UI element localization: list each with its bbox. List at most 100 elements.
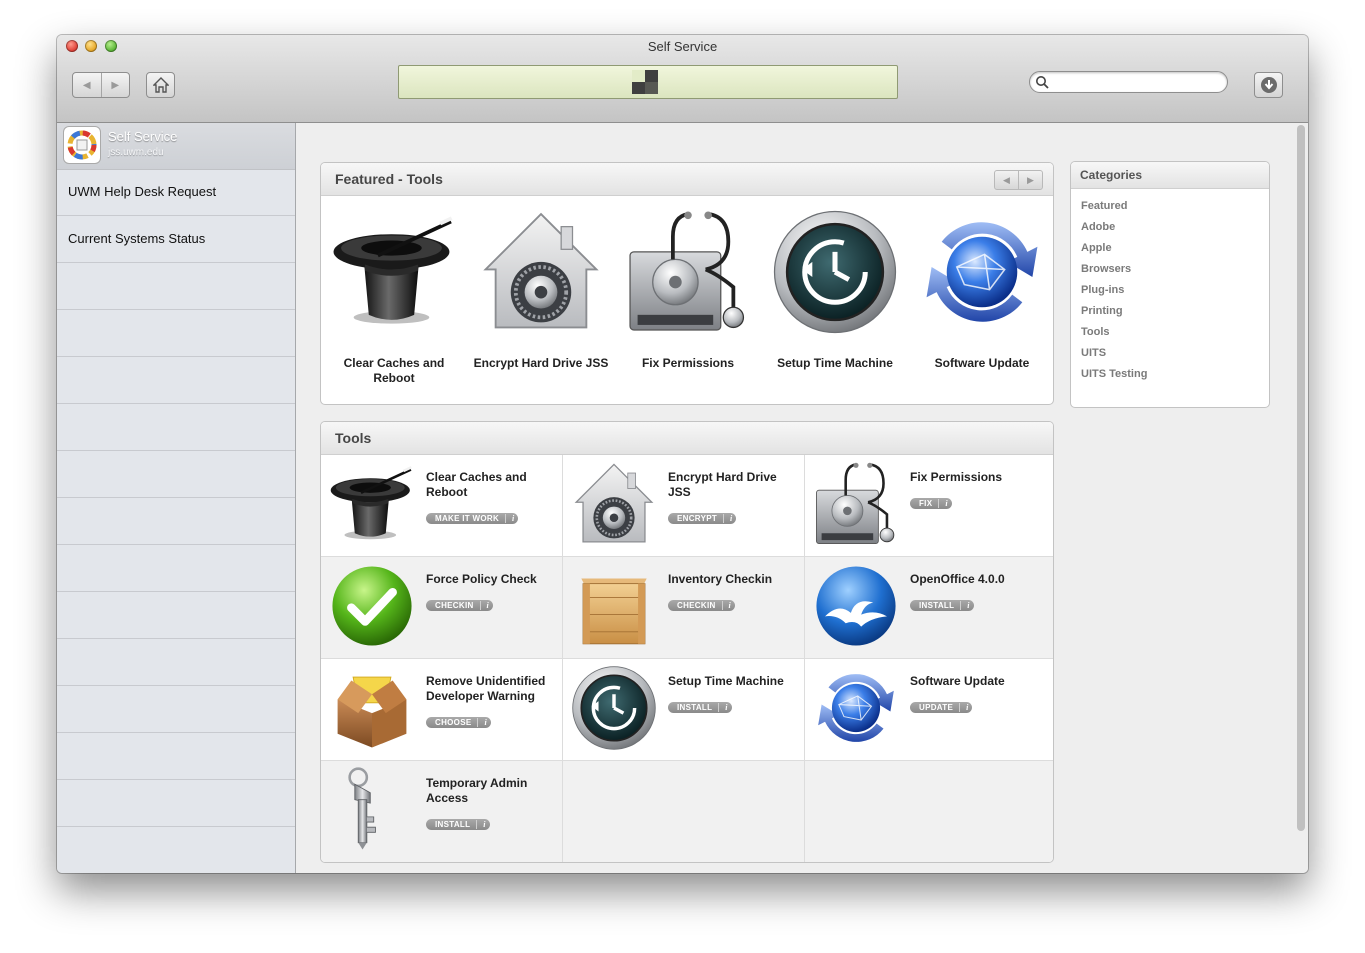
toolbar: Self Service ◀ ▶ xyxy=(57,35,1308,123)
tool-item[interactable]: Fix Permissions FIX i xyxy=(805,455,1053,557)
category-browsers[interactable]: Browsers xyxy=(1081,261,1269,282)
category-adobe[interactable]: Adobe xyxy=(1081,219,1269,240)
disk-utility-icon xyxy=(625,209,751,335)
sidebar-item-help-desk-request[interactable]: UWM Help Desk Request xyxy=(57,169,295,216)
tool-action-button[interactable]: FIX i xyxy=(910,498,952,509)
tool-item[interactable]: Inventory Checkin CHECKIN i xyxy=(563,557,805,659)
featured-next-button[interactable]: ▶ xyxy=(1019,171,1042,189)
search-icon xyxy=(1036,76,1049,89)
tool-item[interactable]: OpenOffice 4.0.0 INSTALL i xyxy=(805,557,1053,659)
category-apple[interactable]: Apple xyxy=(1081,240,1269,261)
pill-divider xyxy=(505,514,507,523)
tool-action-label: CHOOSE xyxy=(435,718,472,727)
filevault-icon xyxy=(571,461,657,547)
package-icon xyxy=(329,665,415,751)
info-icon[interactable]: i xyxy=(484,718,486,727)
sidebar-empty-row xyxy=(57,545,295,592)
tool-item[interactable]: Software Update UPDATE i xyxy=(805,659,1053,761)
sidebar-host: jss.uwm.edu xyxy=(108,147,164,158)
tool-item[interactable]: Force Policy Check CHECKIN i xyxy=(321,557,563,659)
sidebar-item-current-systems-status[interactable]: Current Systems Status xyxy=(57,216,295,263)
pill-divider xyxy=(479,601,481,610)
tool-action-button[interactable]: CHECKIN i xyxy=(426,600,493,611)
green-check-icon xyxy=(329,563,415,649)
search-field[interactable] xyxy=(1029,71,1228,93)
sidebar-empty-row xyxy=(57,639,295,686)
magic-hat-icon xyxy=(329,461,415,547)
search-input[interactable] xyxy=(1054,74,1223,91)
downloads-button[interactable] xyxy=(1254,72,1283,98)
tool-action-button[interactable]: MAKE IT WORK i xyxy=(426,513,519,524)
home-button[interactable] xyxy=(146,72,175,98)
tool-item[interactable]: Encrypt Hard Drive JSS ENCRYPT i xyxy=(563,455,805,557)
category-tools[interactable]: Tools xyxy=(1081,324,1269,345)
featured-item-label: Fix Permissions xyxy=(641,356,735,370)
tool-action-button[interactable]: CHECKIN i xyxy=(668,600,735,611)
info-icon[interactable]: i xyxy=(730,514,732,523)
category-printing[interactable]: Printing xyxy=(1081,303,1269,324)
home-icon xyxy=(152,77,169,93)
tool-action-label: INSTALL xyxy=(677,703,713,712)
tool-action-button[interactable]: UPDATE i xyxy=(910,702,973,713)
featured-item-software-update[interactable]: Software Update xyxy=(911,209,1053,371)
pill-divider xyxy=(723,514,725,523)
info-icon[interactable]: i xyxy=(512,514,514,523)
tool-action-label: INSTALL xyxy=(435,820,471,829)
tool-action-label: INSTALL xyxy=(919,601,955,610)
tools-panel: Tools Clear Caches and Reboot MAKE IT WO… xyxy=(320,421,1054,863)
tool-item[interactable]: Setup Time Machine INSTALL i xyxy=(563,659,805,761)
openoffice-icon xyxy=(813,563,899,649)
info-icon[interactable]: i xyxy=(483,820,485,829)
featured-item-time-machine[interactable]: Setup Time Machine xyxy=(764,209,906,371)
vertical-scrollbar[interactable] xyxy=(1297,125,1305,831)
featured-item-label: Software Update xyxy=(934,356,1030,370)
featured-item-fix-permissions[interactable]: Fix Permissions xyxy=(617,209,759,371)
featured-item-encrypt[interactable]: Encrypt Hard Drive JSS xyxy=(470,209,612,371)
featured-item-clear-caches[interactable]: Clear Caches and Reboot xyxy=(323,209,465,386)
categories-header: Categories xyxy=(1071,162,1269,189)
tool-name: Encrypt Hard Drive JSS xyxy=(668,470,777,499)
tool-action-label: FIX xyxy=(919,499,933,508)
featured-pager: ◀ ▶ xyxy=(994,170,1043,190)
info-icon[interactable]: i xyxy=(729,601,731,610)
back-button[interactable]: ◀ xyxy=(73,73,102,97)
sidebar-empty-row xyxy=(57,451,295,498)
pill-divider xyxy=(477,718,479,727)
info-icon[interactable]: i xyxy=(967,601,969,610)
tool-name: Temporary Admin Access xyxy=(426,776,528,805)
tool-name: Fix Permissions xyxy=(910,470,1003,484)
tool-action-button[interactable]: CHOOSE i xyxy=(426,717,491,728)
sidebar-empty-row xyxy=(57,780,295,827)
sidebar-app-header[interactable]: Self Service jss.uwm.edu xyxy=(57,123,295,170)
sidebar-empty-row xyxy=(57,592,295,639)
tool-name: OpenOffice 4.0.0 xyxy=(910,572,1005,586)
forward-button[interactable]: ▶ xyxy=(102,73,130,97)
tool-action-button[interactable]: INSTALL i xyxy=(668,702,732,713)
info-icon[interactable]: i xyxy=(945,499,947,508)
self-service-app-icon xyxy=(64,127,100,163)
tool-name: Software Update xyxy=(910,674,1005,688)
info-icon[interactable]: i xyxy=(487,601,489,610)
tool-item[interactable]: Clear Caches and Reboot MAKE IT WORK i xyxy=(321,455,563,557)
pill-divider xyxy=(476,820,478,829)
category-plug-ins[interactable]: Plug-ins xyxy=(1081,282,1269,303)
window-title: Self Service xyxy=(647,39,718,54)
tool-action-button[interactable]: INSTALL i xyxy=(426,819,490,830)
software-update-icon xyxy=(813,665,899,751)
featured-prev-button[interactable]: ◀ xyxy=(995,171,1019,189)
tool-item[interactable]: Remove Unidentified Developer Warning CH… xyxy=(321,659,563,761)
time-machine-icon xyxy=(772,209,898,335)
filevault-icon xyxy=(478,209,604,335)
tool-action-button[interactable]: ENCRYPT i xyxy=(668,513,737,524)
info-icon[interactable]: i xyxy=(725,703,727,712)
tool-action-button[interactable]: INSTALL i xyxy=(910,600,974,611)
category-uits[interactable]: UITS xyxy=(1081,345,1269,366)
tool-action-label: CHECKIN xyxy=(677,601,716,610)
tools-header: Tools xyxy=(321,422,1053,455)
tool-item[interactable]: Temporary Admin Access INSTALL i xyxy=(321,761,563,862)
category-featured[interactable]: Featured xyxy=(1081,198,1269,219)
category-uits-testing[interactable]: UITS Testing xyxy=(1081,366,1269,387)
pill-divider xyxy=(938,499,940,508)
software-update-icon xyxy=(919,209,1045,335)
info-icon[interactable]: i xyxy=(966,703,968,712)
